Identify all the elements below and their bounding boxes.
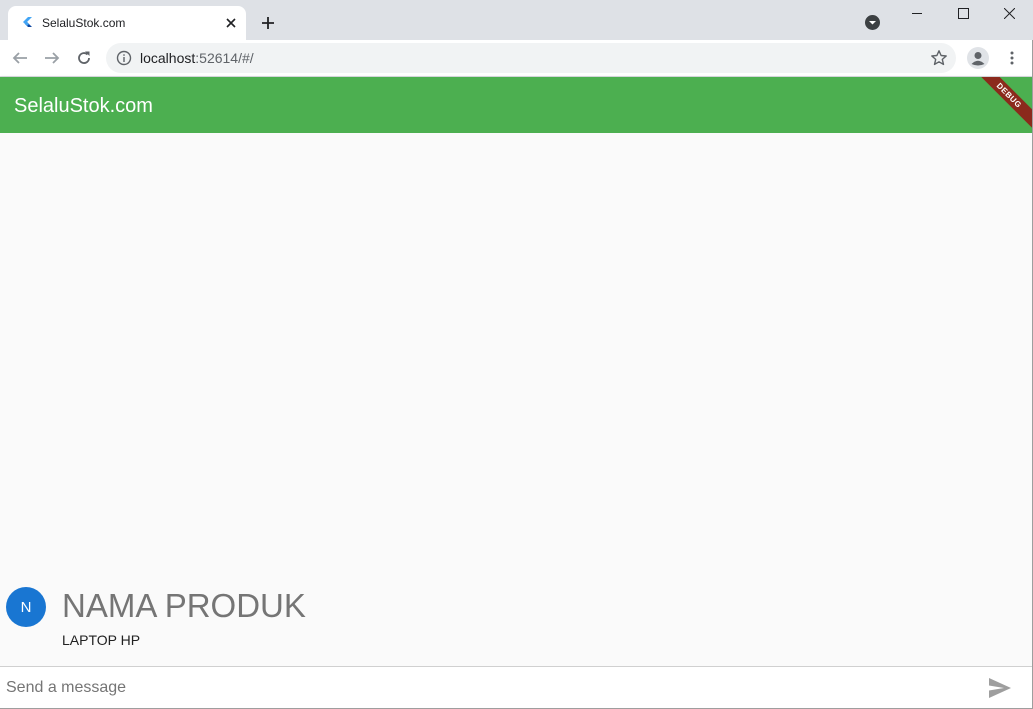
address-bar[interactable]: localhost:52614/#/ — [106, 43, 956, 73]
app-title: SelaluStok.com — [14, 95, 153, 117]
product-title: NAMA PRODUK — [62, 587, 306, 624]
app-bar: SelaluStok.com DEBUG — [0, 77, 1033, 133]
star-icon[interactable] — [930, 49, 948, 67]
arrow-left-icon[interactable] — [8, 46, 32, 70]
info-icon[interactable] — [116, 50, 132, 66]
reload-icon[interactable] — [72, 46, 96, 70]
tab-search-icon[interactable] — [864, 14, 881, 31]
avatar: N — [6, 587, 46, 627]
account-icon[interactable] — [966, 46, 990, 70]
url-path: :52614/#/ — [195, 50, 254, 66]
debug-banner: DEBUG — [969, 77, 1033, 133]
window-close-icon[interactable] — [986, 0, 1032, 26]
address-url: localhost:52614/#/ — [140, 50, 254, 66]
arrow-right-icon[interactable] — [40, 46, 64, 70]
minimize-icon[interactable] — [894, 0, 940, 26]
product-list-item[interactable]: N NAMA PRODUK LAPTOP HP — [6, 585, 606, 655]
message-input[interactable] — [6, 677, 966, 699]
tab-title: SelaluStok.com — [42, 16, 126, 30]
main-content: N NAMA PRODUK LAPTOP HP — [0, 133, 1033, 666]
product-subtitle: LAPTOP HP — [62, 632, 141, 648]
flutter-icon — [23, 17, 32, 27]
message-composer — [0, 666, 1033, 709]
browser-tabstrip: SelaluStok.com — [0, 0, 1033, 40]
plus-icon[interactable] — [258, 13, 278, 33]
url-host: localhost — [140, 50, 196, 66]
close-icon[interactable] — [222, 14, 240, 32]
send-icon[interactable] — [988, 677, 1012, 699]
browser-toolbar: localhost:52614/#/ — [0, 40, 1033, 77]
kebab-menu-icon[interactable] — [1000, 46, 1024, 70]
maximize-icon[interactable] — [940, 0, 986, 26]
browser-tab[interactable]: SelaluStok.com — [8, 6, 246, 40]
